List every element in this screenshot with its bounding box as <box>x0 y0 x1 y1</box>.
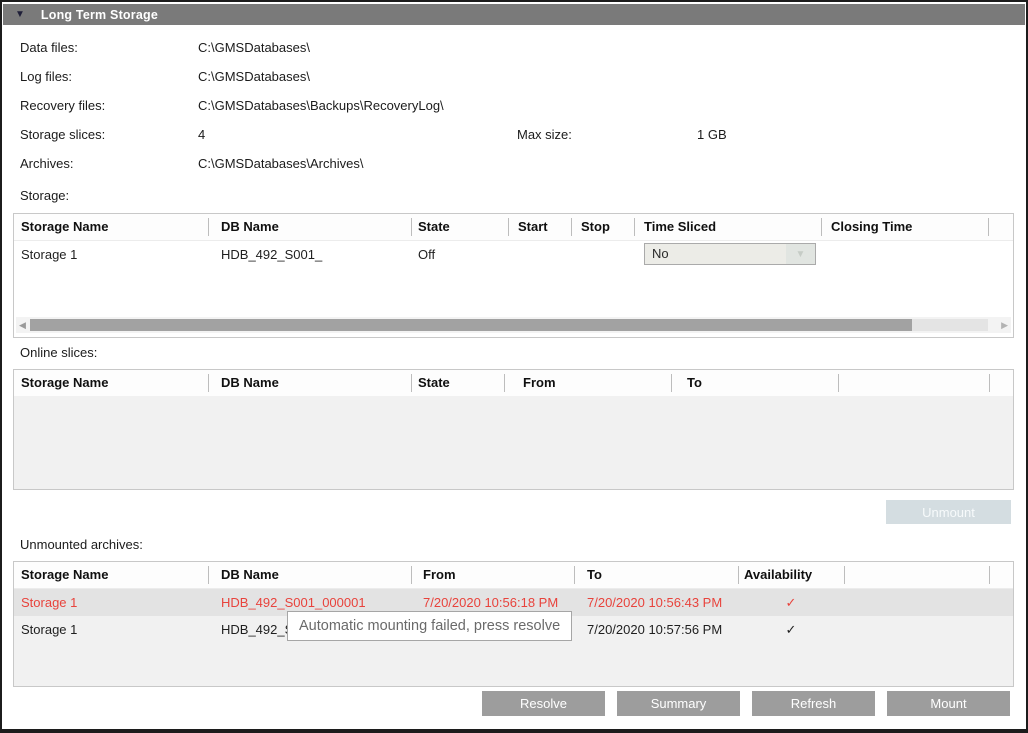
storage-name-cell: Storage 1 <box>21 622 77 637</box>
db-name-cell: HDB_492_S <box>221 622 293 637</box>
tooltip: Automatic mounting failed, press resolve <box>287 611 572 641</box>
collapse-icon[interactable]: ▼ <box>15 10 25 20</box>
availability-check-icon: ✓ <box>738 622 844 638</box>
column-divider <box>989 566 990 584</box>
col-header-db-name[interactable]: DB Name <box>221 219 279 234</box>
info-row-log-files: Log files:C:\GMSDatabases\ <box>20 67 1010 87</box>
section-header[interactable]: ▼ Long Term Storage <box>3 4 1025 25</box>
column-divider <box>988 218 989 236</box>
column-divider <box>411 566 412 584</box>
col-header-stop[interactable]: Stop <box>581 219 610 234</box>
mount-button[interactable]: Mount <box>887 691 1010 716</box>
storage-table-header: Storage Name DB Name State Start Stop Ti… <box>14 214 1013 241</box>
online-slices-label: Online slices: <box>20 343 97 363</box>
archives-label: Archives: <box>20 154 198 174</box>
storage-name-cell: Storage 1 <box>21 247 77 262</box>
unmount-button[interactable]: Unmount <box>886 500 1011 524</box>
storage-table: Storage Name DB Name State Start Stop Ti… <box>13 213 1014 338</box>
to-cell: 7/20/2020 10:56:43 PM <box>587 595 722 610</box>
col-header-state[interactable]: State <box>418 219 450 234</box>
scrollbar-thumb[interactable] <box>30 319 912 331</box>
info-row-archives: Archives:C:\GMSDatabases\Archives\ <box>20 154 1010 174</box>
storage-slices-value: 4 <box>198 127 205 142</box>
storage-section-label: Storage: <box>20 186 69 206</box>
info-row-recovery-files: Recovery files:C:\GMSDatabases\Backups\R… <box>20 96 1010 116</box>
scroll-right-icon[interactable]: ▶ <box>1001 320 1008 330</box>
column-divider <box>411 218 412 236</box>
column-divider <box>504 374 505 392</box>
online-slices-header: Storage Name DB Name State From To <box>14 370 1013 397</box>
column-divider <box>508 218 509 236</box>
state-cell: Off <box>418 247 435 262</box>
col-header-from[interactable]: From <box>523 375 556 390</box>
column-divider <box>634 218 635 236</box>
archives-value: C:\GMSDatabases\Archives\ <box>198 156 363 171</box>
chevron-down-icon[interactable]: ▼ <box>786 244 815 264</box>
column-divider <box>411 374 412 392</box>
availability-check-icon: ✓ <box>738 595 844 611</box>
storage-slices-label: Storage slices: <box>20 125 198 145</box>
column-divider <box>821 218 822 236</box>
col-header-storage-name[interactable]: Storage Name <box>21 375 108 390</box>
column-divider <box>571 218 572 236</box>
max-size-value: 1 GB <box>697 125 727 145</box>
column-divider <box>838 374 839 392</box>
column-divider <box>208 374 209 392</box>
col-header-time-sliced[interactable]: Time Sliced <box>644 219 716 234</box>
window-bottom-border <box>0 729 1028 733</box>
column-divider <box>671 374 672 392</box>
resolve-button[interactable]: Resolve <box>482 691 605 716</box>
from-cell: 7/20/2020 10:56:18 PM <box>423 595 558 610</box>
column-divider <box>208 218 209 236</box>
recovery-files-value: C:\GMSDatabases\Backups\RecoveryLog\ <box>198 98 444 113</box>
db-name-cell: HDB_492_S001_000001 <box>221 595 366 610</box>
long-term-storage-panel: ▼ Long Term Storage Data files:C:\GMSDat… <box>0 0 1028 733</box>
info-row-storage-slices: Storage slices:4 Max size: 1 GB <box>20 125 1010 145</box>
scroll-left-icon[interactable]: ◀ <box>19 320 26 330</box>
time-sliced-selected-value: No <box>645 244 786 264</box>
column-divider <box>989 374 990 392</box>
storage-table-row[interactable]: Storage 1 HDB_492_S001_ Off <box>14 241 1013 269</box>
col-header-from[interactable]: From <box>423 567 456 582</box>
col-header-start[interactable]: Start <box>518 219 548 234</box>
col-header-availability[interactable]: Availability <box>744 567 812 582</box>
column-divider <box>574 566 575 584</box>
column-divider <box>738 566 739 584</box>
info-row-data-files: Data files:C:\GMSDatabases\ <box>20 38 1010 58</box>
horizontal-scrollbar[interactable]: ◀ ▶ <box>16 317 1011 333</box>
col-header-db-name[interactable]: DB Name <box>221 567 279 582</box>
col-header-db-name[interactable]: DB Name <box>221 375 279 390</box>
time-sliced-dropdown[interactable]: No ▼ <box>644 243 816 265</box>
column-divider <box>844 566 845 584</box>
section-title: Long Term Storage <box>41 8 158 22</box>
unmounted-archives-label: Unmounted archives: <box>20 535 143 555</box>
log-files-value: C:\GMSDatabases\ <box>198 69 310 84</box>
data-files-value: C:\GMSDatabases\ <box>198 40 310 55</box>
to-cell: 7/20/2020 10:57:56 PM <box>587 622 722 637</box>
recovery-files-label: Recovery files: <box>20 96 198 116</box>
col-header-storage-name[interactable]: Storage Name <box>21 219 108 234</box>
storage-name-cell: Storage 1 <box>21 595 77 610</box>
max-size-label: Max size: <box>517 125 572 145</box>
col-header-to[interactable]: To <box>687 375 702 390</box>
refresh-button[interactable]: Refresh <box>752 691 875 716</box>
col-header-storage-name[interactable]: Storage Name <box>21 567 108 582</box>
data-files-label: Data files: <box>20 38 198 58</box>
col-header-closing-time[interactable]: Closing Time <box>831 219 912 234</box>
scrollbar-track[interactable] <box>912 319 988 331</box>
col-header-to[interactable]: To <box>587 567 602 582</box>
col-header-state[interactable]: State <box>418 375 450 390</box>
db-name-cell: HDB_492_S001_ <box>221 247 322 262</box>
unmounted-archives-header: Storage Name DB Name From To Availabilit… <box>14 562 1013 589</box>
online-slices-empty-area <box>14 396 1013 489</box>
summary-button[interactable]: Summary <box>617 691 740 716</box>
log-files-label: Log files: <box>20 67 198 87</box>
column-divider <box>208 566 209 584</box>
online-slices-table: Storage Name DB Name State From To <box>13 369 1014 490</box>
